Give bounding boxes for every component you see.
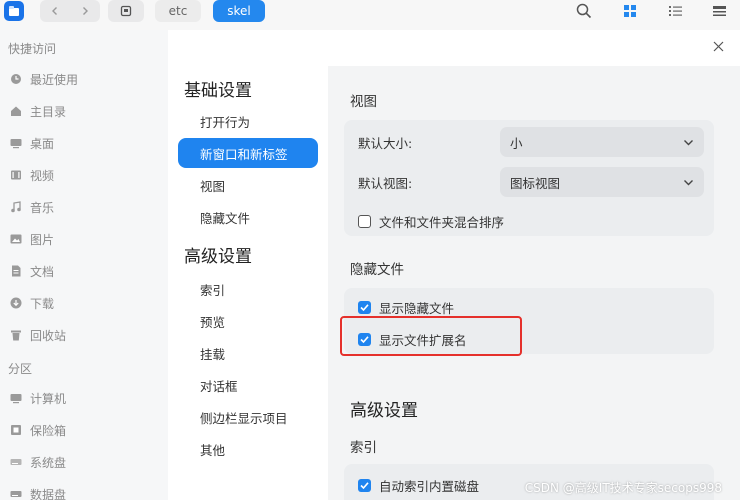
sidebar-item-label: 图片 — [30, 232, 55, 247]
nav-item-new-window-tab[interactable]: 新窗口和新标签 — [178, 138, 318, 168]
music-icon — [10, 201, 22, 213]
sidebar-item-computer[interactable]: 计算机 — [10, 387, 66, 409]
desktop-icon — [10, 137, 22, 149]
default-size-label: 默认大小: — [358, 135, 413, 151]
sidebar-section-quick: 快捷访问 — [8, 42, 57, 56]
sidebar-item-documents[interactable]: 文档 — [10, 260, 54, 282]
sidebar-item-label: 下载 — [30, 296, 55, 311]
breadcrumb-skel[interactable]: skel — [213, 0, 265, 22]
nav-item-index[interactable]: 索引 — [178, 274, 318, 304]
disk-icon — [10, 488, 22, 500]
default-size-select[interactable]: 小 — [500, 127, 704, 157]
sidebar-item-music[interactable]: 音乐 — [10, 196, 54, 218]
sidebar-item-label: 最近使用 — [30, 72, 79, 87]
back-icon[interactable] — [40, 0, 70, 22]
sidebar-item-label: 数据盘 — [30, 487, 67, 500]
checkbox-checked-icon — [358, 479, 371, 492]
sidebar-item-label: 计算机 — [30, 391, 67, 406]
nav-item-mount[interactable]: 挂载 — [178, 338, 318, 368]
view-panel: 默认大小: 小 默认视图: 图标视图 文件和文件夹混合排序 — [344, 120, 714, 236]
forward-icon[interactable] — [70, 0, 100, 22]
settings-dialog: 基础设置 打开行为 新窗口和新标签 视图 隐藏文件 高级设置 索引 预览 挂载 … — [168, 30, 740, 500]
section-title-index: 索引 — [350, 440, 377, 456]
list-view-icon[interactable] — [662, 0, 688, 22]
computer-icon — [10, 392, 22, 404]
nav-heading-advanced: 高级设置 — [184, 247, 252, 267]
nav-item-sidebar-items[interactable]: 侧边栏显示项目 — [178, 402, 318, 432]
default-size-value: 小 — [510, 135, 523, 151]
search-icon[interactable] — [571, 0, 597, 22]
home-icon — [10, 105, 22, 117]
settings-nav: 基础设置 打开行为 新窗口和新标签 视图 隐藏文件 高级设置 索引 预览 挂载 … — [168, 66, 328, 500]
sidebar-item-label: 视频 — [30, 168, 55, 183]
video-icon — [10, 169, 22, 181]
sidebar-item-label: 主目录 — [30, 104, 67, 119]
sidebar: 快捷访问 最近使用 主目录 桌面 视频 音乐 图片 文档 下载 回收站 分区 计… — [0, 30, 168, 500]
red-highlight-box — [340, 316, 522, 356]
sidebar-item-safe[interactable]: 保险箱 — [10, 419, 66, 441]
nav-item-other[interactable]: 其他 — [178, 434, 318, 464]
checkbox-unchecked-icon — [358, 215, 371, 228]
mixed-sort-label: 文件和文件夹混合排序 — [379, 215, 505, 230]
sidebar-item-label: 音乐 — [30, 200, 55, 215]
breadcrumb-etc[interactable]: etc — [155, 0, 201, 22]
trash-icon — [10, 329, 22, 341]
sidebar-item-desktop[interactable]: 桌面 — [10, 132, 54, 154]
sidebar-item-recent[interactable]: 最近使用 — [10, 68, 78, 90]
sidebar-item-data-disk[interactable]: 数据盘 — [10, 483, 66, 500]
sidebar-item-video[interactable]: 视频 — [10, 164, 54, 186]
sidebar-item-system-disk[interactable]: 系统盘 — [10, 451, 66, 473]
sidebar-item-home[interactable]: 主目录 — [10, 100, 66, 122]
auto-index-checkbox[interactable]: 自动索引内置磁盘 — [358, 476, 479, 495]
sidebar-item-pictures[interactable]: 图片 — [10, 228, 54, 250]
grid-view-icon[interactable] — [617, 0, 643, 22]
settings-content: 视图 默认大小: 小 默认视图: 图标视图 文件和文件夹混合排序 隐藏文件 显示… — [328, 66, 740, 500]
toolbar: etc skel — [0, 0, 740, 30]
auto-index-label: 自动索引内置磁盘 — [379, 479, 480, 494]
show-hidden-label: 显示隐藏文件 — [379, 301, 455, 316]
sidebar-item-downloads[interactable]: 下载 — [10, 292, 54, 314]
menu-icon[interactable] — [706, 0, 732, 22]
default-view-label: 默认视图: — [358, 175, 413, 191]
safe-icon — [10, 424, 22, 436]
watermark: CSDN @高级IT技术专家secops998 — [524, 481, 722, 495]
default-view-row: 默认视图: 图标视图 — [344, 164, 714, 200]
app-icon[interactable] — [4, 1, 24, 21]
nav-item-view[interactable]: 视图 — [178, 170, 318, 200]
picture-icon — [10, 233, 22, 245]
section-title-advanced: 高级设置 — [350, 401, 418, 421]
clock-icon — [10, 73, 22, 85]
sidebar-item-label: 桌面 — [30, 136, 55, 151]
default-view-value: 图标视图 — [510, 175, 561, 191]
nav-heading-basic: 基础设置 — [184, 81, 252, 101]
nav-item-preview[interactable]: 预览 — [178, 306, 318, 336]
section-title-view: 视图 — [350, 94, 377, 110]
drive-icon[interactable] — [108, 0, 144, 22]
sidebar-item-label: 文档 — [30, 264, 55, 279]
sidebar-item-label: 系统盘 — [30, 455, 67, 470]
document-icon — [10, 265, 22, 277]
show-hidden-checkbox[interactable]: 显示隐藏文件 — [358, 298, 454, 317]
nav-item-dialog[interactable]: 对话框 — [178, 370, 318, 400]
chevron-down-icon — [683, 136, 694, 151]
default-view-select[interactable]: 图标视图 — [500, 167, 704, 197]
sidebar-item-label: 保险箱 — [30, 423, 67, 438]
chevron-down-icon — [683, 176, 694, 191]
close-icon[interactable] — [708, 36, 728, 56]
default-size-row: 默认大小: 小 — [344, 124, 714, 160]
checkbox-checked-icon — [358, 301, 371, 314]
history-nav — [40, 0, 100, 22]
sidebar-section-partition: 分区 — [8, 362, 33, 376]
nav-item-open-behavior[interactable]: 打开行为 — [178, 106, 318, 136]
sidebar-item-trash[interactable]: 回收站 — [10, 324, 66, 346]
mixed-sort-checkbox[interactable]: 文件和文件夹混合排序 — [358, 212, 504, 231]
disk-icon — [10, 456, 22, 468]
section-title-hidden-files: 隐藏文件 — [350, 262, 404, 278]
sidebar-item-label: 回收站 — [30, 328, 67, 343]
download-icon — [10, 297, 22, 309]
nav-item-hidden-files[interactable]: 隐藏文件 — [178, 202, 318, 232]
